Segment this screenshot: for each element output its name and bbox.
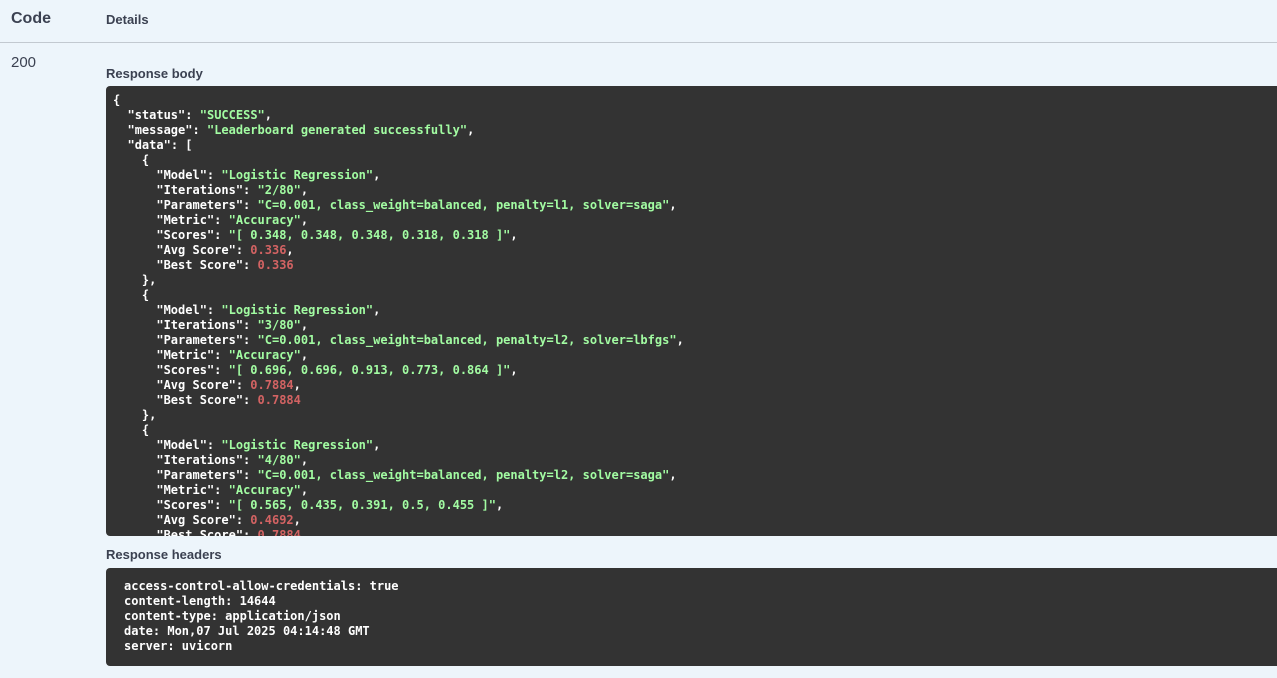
json-string: C=0.001, class_weight=balanced, penalty=… <box>264 198 663 212</box>
json-string: 3/80 <box>264 318 294 332</box>
json-key: Avg Score <box>163 513 229 527</box>
json-string: Accuracy <box>235 213 294 227</box>
json-key: Best Score <box>163 258 236 272</box>
json-string: 2/80 <box>264 183 294 197</box>
json-string: Logistic Regression <box>228 168 366 182</box>
json-string: Accuracy <box>235 348 294 362</box>
json-key: Best Score <box>163 528 236 536</box>
response-header-line: access-control-allow-credentials: true <box>124 579 399 593</box>
table-header-row: Code Details <box>0 0 1277 43</box>
json-key: Avg Score <box>163 243 229 257</box>
json-string: [ 0.696, 0.696, 0.913, 0.773, 0.864 ] <box>235 363 504 377</box>
json-key: status <box>134 108 179 122</box>
response-body-json[interactable]: { "status": "SUCCESS", "message": "Leade… <box>106 86 1277 536</box>
json-key: Best Score <box>163 393 236 407</box>
response-header-line: content-type: application/json <box>124 609 341 623</box>
json-number: 0.336 <box>257 258 294 272</box>
details-column-header: Details <box>106 12 149 27</box>
json-key: Iterations <box>163 183 236 197</box>
json-key: Model <box>163 438 200 452</box>
json-key: Metric <box>163 213 207 227</box>
json-status-value: SUCCESS <box>206 108 258 122</box>
json-string: 4/80 <box>264 453 294 467</box>
responses-table: Code Details 200 Response body { "status… <box>0 0 1277 678</box>
json-string: C=0.001, class_weight=balanced, penalty=… <box>264 333 670 347</box>
json-number: 0.7884 <box>250 378 294 392</box>
response-body-code[interactable]: { "status": "SUCCESS", "message": "Leade… <box>106 86 1277 536</box>
json-key: Metric <box>163 348 207 362</box>
response-body-label: Response body <box>106 66 203 81</box>
json-number: 0.7884 <box>257 393 301 407</box>
response-header-line: content-length: 14644 <box>124 594 276 608</box>
json-number: 0.4692 <box>250 513 294 527</box>
json-key: Iterations <box>163 453 236 467</box>
json-key: Metric <box>163 483 207 497</box>
json-key: Scores <box>163 228 207 242</box>
response-headers-list: access-control-allow-credentials: true c… <box>106 568 1277 654</box>
response-status-code: 200 <box>11 54 37 71</box>
json-string: [ 0.565, 0.435, 0.391, 0.5, 0.455 ] <box>235 498 489 512</box>
json-key: Avg Score <box>163 378 229 392</box>
json-string: Logistic Regression <box>228 303 366 317</box>
response-headers-code[interactable]: access-control-allow-credentials: true c… <box>106 568 1277 666</box>
json-key: Parameters <box>163 333 236 347</box>
json-key: Model <box>163 168 200 182</box>
response-header-line: server: uvicorn <box>124 639 233 653</box>
json-key: Parameters <box>163 468 236 482</box>
code-column-header: Code <box>11 10 51 27</box>
response-header-line: date: Mon,07 Jul 2025 04:14:48 GMT <box>124 624 370 638</box>
json-string: Accuracy <box>235 483 294 497</box>
json-string: C=0.001, class_weight=balanced, penalty=… <box>264 468 663 482</box>
json-key: Iterations <box>163 318 236 332</box>
json-number: 0.7884 <box>257 528 301 536</box>
json-key: Parameters <box>163 198 236 212</box>
json-key: data <box>134 138 164 152</box>
json-number: 0.336 <box>250 243 287 257</box>
response-headers-label: Response headers <box>106 547 222 562</box>
json-message-value: Leaderboard generated successfully <box>214 123 460 137</box>
json-key: Scores <box>163 498 207 512</box>
json-string: [ 0.348, 0.348, 0.348, 0.318, 0.318 ] <box>235 228 504 242</box>
json-string: Logistic Regression <box>228 438 366 452</box>
json-key: message <box>134 123 186 137</box>
json-key: Scores <box>163 363 207 377</box>
json-key: Model <box>163 303 200 317</box>
